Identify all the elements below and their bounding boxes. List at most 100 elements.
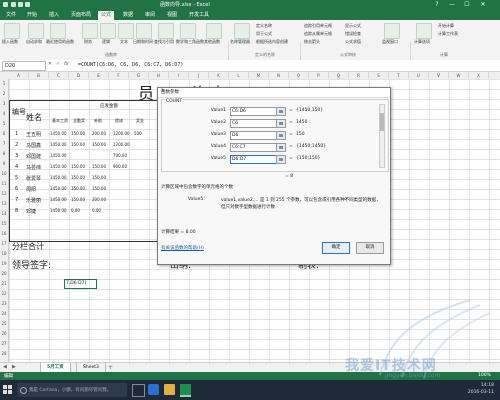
save-icon[interactable] bbox=[11, 2, 16, 7]
salary-cell[interactable]: 150.00 bbox=[71, 164, 85, 169]
row-header[interactable]: 4 bbox=[0, 111, 8, 116]
salary-cell[interactable]: 150.00 bbox=[71, 175, 85, 180]
salary-cell[interactable]: 1450.00 bbox=[50, 153, 67, 158]
minimize-button[interactable]: — bbox=[445, 0, 459, 10]
column-header[interactable]: X bbox=[469, 72, 489, 79]
column-header[interactable]: L bbox=[229, 72, 249, 79]
argument-input[interactable]: D6:D7 bbox=[230, 155, 277, 164]
row-header[interactable]: 7 bbox=[0, 141, 8, 146]
range-picker-icon[interactable] bbox=[276, 119, 286, 128]
row-header[interactable]: 26 bbox=[0, 331, 8, 336]
excel-taskbar-icon[interactable] bbox=[180, 384, 191, 397]
salary-cell[interactable]: 1450.00 bbox=[50, 186, 67, 191]
salary-cell[interactable]: 1450.00 bbox=[50, 164, 67, 169]
formula-input[interactable]: =COUNT(C6:D6, C6, D6, C6:C7, D6:D7) bbox=[78, 61, 496, 69]
add-sheet-icon[interactable]: + bbox=[108, 364, 113, 371]
args-scrollbar[interactable] bbox=[379, 104, 385, 168]
row-header[interactable]: 14 bbox=[0, 211, 8, 216]
column-header[interactable]: V bbox=[429, 72, 449, 79]
salary-cell[interactable]: 700.00 bbox=[113, 153, 127, 158]
edge-browser-icon[interactable] bbox=[148, 384, 159, 395]
cancel-button[interactable]: 取消 bbox=[356, 242, 384, 254]
salary-cell[interactable]: 150.00 bbox=[92, 186, 106, 191]
insert-function-icon[interactable] bbox=[4, 23, 20, 39]
tab-insert[interactable]: 插入 bbox=[46, 11, 62, 20]
calc-now-item[interactable]: 开始计算 bbox=[438, 23, 454, 29]
argument-input[interactable]: D6 bbox=[230, 131, 277, 140]
column-header[interactable]: K bbox=[209, 72, 229, 79]
row-header[interactable]: 12 bbox=[0, 191, 8, 196]
row-header[interactable]: 20 bbox=[0, 271, 8, 276]
salary-cell[interactable]: 150.00 bbox=[92, 175, 106, 180]
column-header[interactable]: E bbox=[89, 72, 109, 79]
recent-functions-icon[interactable] bbox=[50, 23, 66, 39]
salary-cell[interactable]: 150.00 bbox=[71, 142, 85, 147]
column-header[interactable]: F bbox=[109, 72, 129, 79]
column-header[interactable]: G bbox=[129, 72, 149, 79]
salary-cell[interactable]: 150.00 bbox=[71, 197, 85, 202]
watch-window-icon[interactable] bbox=[384, 23, 400, 39]
ok-button[interactable]: 确定 bbox=[322, 242, 350, 254]
range-picker-icon[interactable] bbox=[276, 107, 286, 116]
taskbar-clock[interactable]: 14:18 2016-03-11 bbox=[468, 382, 494, 396]
redo-icon[interactable] bbox=[25, 2, 30, 7]
date-time-icon[interactable] bbox=[136, 23, 152, 39]
trace-dependents-item[interactable]: 追踪从属单元格 bbox=[304, 31, 332, 37]
text-icon[interactable] bbox=[118, 23, 134, 39]
tab-view[interactable]: 视图 bbox=[164, 11, 180, 20]
salary-cell[interactable]: 1450.00 bbox=[50, 131, 67, 136]
remove-arrows-item[interactable]: 移去箭头 bbox=[304, 39, 320, 45]
column-header[interactable]: B bbox=[29, 72, 49, 79]
insert-function-fx-icon[interactable]: fx bbox=[64, 61, 69, 67]
cancel-entry-icon[interactable]: ✕ bbox=[48, 61, 52, 67]
column-header[interactable]: M bbox=[249, 72, 269, 79]
dialog-title-bar[interactable]: 函数参数 ? ✕ bbox=[158, 88, 390, 98]
salary-cell[interactable]: 200.00 bbox=[92, 131, 106, 136]
use-in-formula-item[interactable]: 用于公式 bbox=[256, 31, 272, 37]
column-header[interactable]: Q bbox=[329, 72, 349, 79]
more-functions-icon[interactable] bbox=[206, 23, 222, 39]
financial-icon[interactable] bbox=[82, 23, 98, 39]
maximize-button[interactable]: ☐ bbox=[460, 0, 474, 10]
name-manager-icon[interactable] bbox=[234, 23, 250, 39]
task-view-icon[interactable] bbox=[132, 384, 145, 397]
row-header[interactable]: 15 bbox=[0, 221, 8, 226]
salary-cell[interactable]: 150.00 bbox=[71, 186, 85, 191]
row-header[interactable]: 19 bbox=[0, 261, 8, 266]
active-cell[interactable]: 7,D6:D7) bbox=[64, 279, 97, 289]
argument-input[interactable]: C6:D6 bbox=[230, 107, 277, 116]
row-header[interactable]: 1 bbox=[0, 81, 8, 86]
tab-review[interactable]: 审阅 bbox=[142, 11, 158, 20]
salary-cell[interactable]: 1450.00 bbox=[50, 197, 67, 202]
create-from-selection-item[interactable]: 根据所选内容创建 bbox=[256, 39, 288, 45]
salary-cell[interactable]: 1450.00 bbox=[50, 142, 67, 147]
row-header[interactable]: 3 bbox=[0, 101, 8, 106]
column-header[interactable]: A bbox=[9, 72, 29, 79]
column-header[interactable]: D bbox=[69, 72, 89, 79]
salary-cell[interactable]: 150.00 bbox=[71, 131, 85, 136]
range-picker-icon[interactable] bbox=[276, 155, 286, 164]
column-header[interactable]: N bbox=[269, 72, 289, 79]
row-header[interactable]: 21 bbox=[0, 281, 8, 286]
row-header[interactable]: 11 bbox=[0, 181, 8, 186]
salary-cell[interactable]: 500 bbox=[134, 131, 142, 136]
salary-cell[interactable]: 0.00 bbox=[71, 208, 80, 213]
tab-file[interactable]: 文件 bbox=[3, 11, 19, 20]
lookup-icon[interactable] bbox=[158, 23, 174, 39]
column-header[interactable]: J bbox=[189, 72, 209, 79]
row-header[interactable]: 23 bbox=[0, 301, 8, 306]
salary-cell[interactable]: 1450.00 bbox=[50, 175, 67, 180]
next-sheet-icon[interactable]: ▶ bbox=[12, 364, 16, 370]
dialog-close-icon[interactable]: ✕ bbox=[161, 89, 386, 94]
column-header[interactable]: U bbox=[409, 72, 429, 79]
logical-icon[interactable] bbox=[100, 23, 116, 39]
autosum-icon[interactable] bbox=[28, 23, 44, 39]
column-header[interactable]: R bbox=[349, 72, 369, 79]
salary-cell[interactable]: 1200.00 bbox=[113, 131, 130, 136]
salary-cell[interactable]: 150.00 bbox=[92, 164, 106, 169]
function-help-link[interactable]: 有关该函数的帮助(H) bbox=[161, 245, 204, 251]
salary-cell[interactable]: 900.00 bbox=[113, 164, 127, 169]
row-header[interactable]: 5 bbox=[0, 121, 8, 126]
row-header[interactable]: 17 bbox=[0, 241, 8, 246]
column-header[interactable]: P bbox=[309, 72, 329, 79]
